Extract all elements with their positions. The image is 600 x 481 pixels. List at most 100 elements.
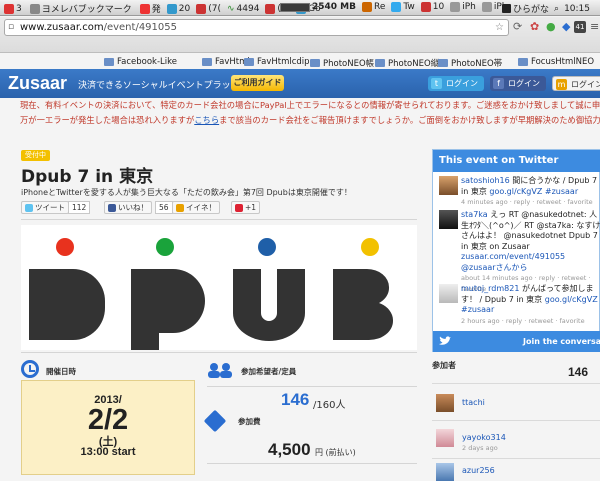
ime-icon[interactable] [502,4,511,13]
guide-button[interactable]: ご利用ガイド [231,75,284,91]
tab-label[interactable]: iPh [462,2,476,12]
address-bar[interactable]: ▫ www.zusaar.com/event/491055 ☆ [4,19,509,36]
tab-label[interactable]: ヨメレバブックマーク [42,2,132,15]
tweet-link[interactable]: goo.gl/cKgVZ #zusaar [489,187,578,196]
event-title: Dpub 7 in 東京 [21,167,154,187]
twitter-login-button[interactable]: t ログイン [428,76,484,91]
avatar[interactable] [439,210,458,229]
search-icon[interactable]: ⌕ [554,4,559,14]
divider [207,386,417,387]
app-icon [4,3,14,14]
twitter-bird-icon [439,336,451,345]
site-logo[interactable]: Zusaar [8,73,67,94]
wrench-icon[interactable]: ≡ [590,21,599,33]
bookmark-item[interactable]: PhotoNEO帯 [438,57,502,69]
clock-icon [21,360,39,378]
tweet-user[interactable]: sta7ka [461,210,488,219]
system-tray: ひらがな ⌕ 10:15 [502,2,590,15]
bookmark-item[interactable]: FocusHtmlNEO [518,57,594,67]
tab-label[interactable]: 3 [16,4,22,14]
input-mode[interactable]: ひらがな [513,2,549,15]
folder-icon [518,58,528,66]
rainbow-extension-icon[interactable]: ✿ [530,21,539,33]
mac-menubar: 3 ヨメレバブックマーク 発 20 (7( ∿ 4494 (7( Go 2540… [0,0,600,16]
green-dot [156,238,174,256]
tweet-body: satoshioh16 間に合うかな / Dpub 7 in 東京 goo.gl… [461,176,600,208]
participant-name[interactable]: azur256 [462,466,495,475]
bookmark-item[interactable]: Facebook-Like [104,57,177,67]
tab-label[interactable]: Re [374,2,385,12]
join-conversation-link[interactable]: Join the conversation [523,331,600,352]
facebook-like-button[interactable]: いいね！ [104,201,152,214]
mixi-login-button[interactable]: m ログイン [552,76,600,91]
folder-icon [202,58,212,66]
letter-b [333,269,394,340]
extension-icon[interactable]: ● [546,21,556,33]
tab-label[interactable]: 発 [152,2,161,15]
notice-link[interactable]: こちら [194,115,219,125]
event-banner [21,225,417,350]
avatar[interactable] [439,284,458,303]
tweet-label: ツイート [35,203,65,212]
browser-toolbar: ▫ www.zusaar.com/event/491055 ☆ ⟳ ✿ ● ◆ … [0,17,600,69]
bookmark-item[interactable]: FavHtml [202,57,250,67]
tab-label[interactable]: (7( [208,4,221,14]
tab-favicon [362,2,372,12]
letter-u [233,269,305,341]
activity-graph-icon: ∿ [226,3,235,14]
twitter-widget: This event on Twitter satoshioh16 間に合うかな… [432,149,600,352]
bookmark-label: Facebook-Like [117,57,177,67]
folder-icon [244,58,254,66]
blue-dot [258,238,276,256]
facebook-login-button[interactable]: f ログイン [490,76,546,91]
tweet-meta[interactable]: 4 minutes ago · reply · retweet · favori… [461,197,600,208]
tweet-button[interactable]: ツイート [21,201,69,214]
tab-strip[interactable]: 3 ヨメレバブックマーク 発 20 (7( ∿ 4494 (7( Go [4,2,321,15]
tweet-user[interactable]: mutoj_rdm821 [461,284,519,293]
tweet-link[interactable]: zusaar.com/event/491055 @zusaarさんから [461,252,565,272]
facebook-icon: f [493,78,504,89]
tweet-meta[interactable]: 2 hours ago · reply · retweet · favorite [461,316,600,327]
avatar[interactable] [436,463,454,481]
notification-badge[interactable]: 41 [574,21,586,33]
bookmark-item[interactable]: FavHtmlcdip [244,57,310,67]
facebook-icon [108,203,116,212]
tab-label[interactable]: Tw [403,2,414,12]
extension-icon[interactable]: ⟳ [513,21,522,33]
dpub-logo-image [29,238,394,350]
avatar[interactable] [439,176,458,195]
avatar[interactable] [436,394,454,412]
participant-name[interactable]: yayoko314 [462,433,506,442]
fee-amount: 4,500 [268,440,311,459]
tab-favicon [166,3,177,14]
bookmark-item[interactable]: PhotoNEO縦 [375,57,439,69]
divider [207,463,417,464]
clock[interactable]: 10:15 [564,4,590,14]
login-label: ログイン [571,80,600,89]
mixi-iine-button[interactable]: イイネ！ [172,201,220,214]
page-icon: ▫ [8,22,15,32]
tab-label[interactable]: 4494 [237,4,260,14]
participant-name[interactable]: ttachi [462,398,485,407]
folder-icon [375,59,385,67]
google-plus-button[interactable]: +1 [231,201,261,214]
tab-favicon [420,2,431,12]
tweet-body: sta7ka えっ RT @nasukedotnet: 人生ｵﾜﾀ＼(^o^)／… [461,210,600,294]
tab-label[interactable]: 10 [433,2,444,12]
bookmark-item[interactable]: PhotoNEO帳 [310,57,374,69]
divider [21,352,417,353]
fee-label: 参加費 [238,417,261,426]
avatar[interactable] [436,429,454,447]
event-subtitle: iPhoneとTwitterを愛する人が集う巨大なる「ただの飲み会」第7回 Dp… [21,188,352,197]
tab-label[interactable]: 20 [179,4,190,14]
star-icon[interactable]: ☆ [495,20,504,35]
bookmark-label: FocusHtmlNEO [531,57,595,67]
tweet-item: mutoj_rdm821 がんばって参加します！ / Dpub 7 in 東京 … [439,284,599,328]
participant-meta: 2 days ago [462,444,498,452]
memory-readout: 2540 MB [312,2,356,12]
tab-favicon [481,2,492,12]
date-box: 2013/ 2/2 (土) 13:00 start [21,380,195,475]
url-path: /event/491055 [103,22,177,33]
tweet-user[interactable]: satoshioh16 [461,176,510,185]
extension-icon[interactable]: ◆ [562,21,570,33]
